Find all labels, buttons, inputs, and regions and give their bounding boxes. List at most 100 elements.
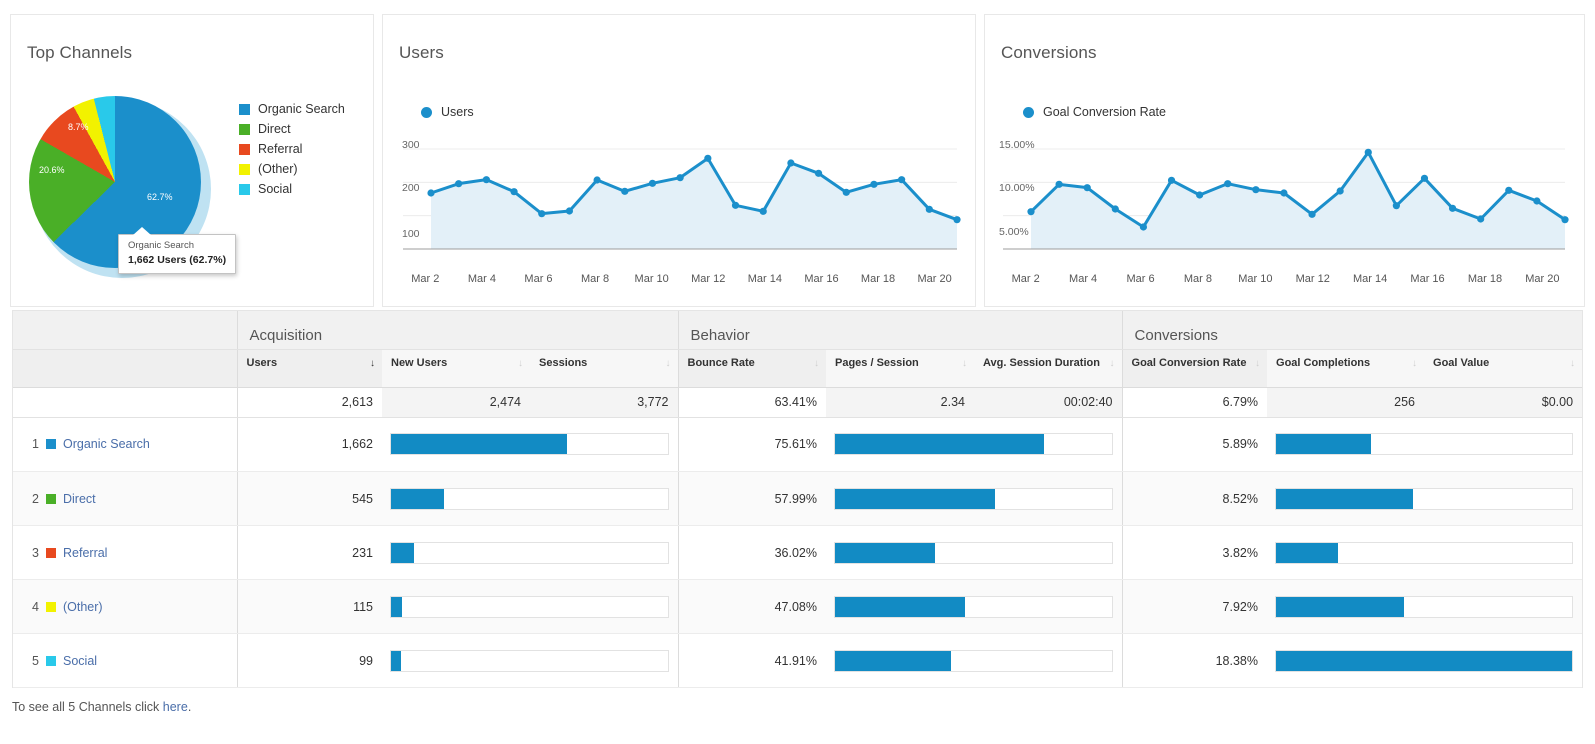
channels-table: Acquisition Behavior Conversions Users ↓ N… [12, 310, 1583, 688]
column-header-bounce-rate[interactable]: Bounce Rate ↓ [677, 349, 826, 388]
summary-value: 00:02:40 [974, 387, 1123, 418]
metric-bar-cell [382, 471, 678, 526]
table-row[interactable]: 3 Referral 231 36.02% 3.82% [13, 525, 1582, 580]
sort-arrow-icon[interactable]: ↓ [666, 358, 671, 369]
sort-arrow-icon[interactable]: ↓ [1255, 358, 1260, 369]
metric-bar-cell [1267, 633, 1582, 688]
top-channels-title: Top Channels [27, 43, 133, 62]
pie-tooltip-value: 1,662 Users (62.7%) [128, 253, 227, 266]
legend-item-direct[interactable]: Direct [239, 119, 345, 139]
conversions-widget: Conversions Goal Conversion Rate 15.00% … [984, 14, 1585, 307]
column-header-new-users[interactable]: New Users ↓ [382, 349, 530, 388]
x-tick-label: Mar 12 [1295, 273, 1330, 285]
legend-item-social[interactable]: Social [239, 179, 345, 199]
channel-color-swatch-icon [46, 655, 56, 666]
row-index: 5 [32, 653, 39, 668]
x-tick-label: Mar 10 [1238, 273, 1273, 285]
bar-fill [1276, 596, 1404, 617]
table-row[interactable]: 2 Direct 545 57.99% 8.52% [13, 471, 1582, 526]
legend-label: Referral [258, 142, 303, 156]
analytics-dashboard: Top Channels 62.7% 20.6% 8.7% Organic Se… [0, 0, 1595, 744]
channel-cell: 4 (Other) [13, 579, 237, 634]
bar-track [390, 433, 669, 456]
users-chart-legend[interactable]: Users [421, 105, 474, 119]
bar-track [1275, 541, 1573, 564]
metric-value: 545 [236, 471, 382, 526]
bar-track [390, 649, 669, 672]
summary-value: 3,772 [530, 387, 678, 418]
x-tick-label: Mar 2 [1011, 273, 1040, 285]
conversions-chart-legend[interactable]: Goal Conversion Rate [1023, 105, 1166, 119]
metric-value: 57.99% [677, 471, 826, 526]
legend-item-organic-search[interactable]: Organic Search [239, 99, 345, 119]
bar-track [834, 595, 1113, 618]
channel-label-group: 3 Referral [23, 546, 228, 560]
table-summary-row: 2,613 2,474 3,772 63.41% 2.34 00:02:40 6.79% 25… [13, 387, 1583, 418]
see-all-channels-link[interactable]: here [163, 700, 188, 714]
sort-arrow-icon[interactable]: ↓ [1570, 358, 1575, 369]
channel-link[interactable]: Direct [63, 492, 96, 506]
channel-label-group: 2 Direct [23, 492, 228, 506]
legend-item-other[interactable]: (Other) [239, 159, 345, 179]
metric-bar-cell [1267, 579, 1582, 634]
summary-value: $0.00 [1424, 387, 1583, 418]
column-header-label: Goal Conversion Rate [1131, 356, 1247, 369]
x-tick-label: Mar 18 [1467, 273, 1503, 285]
bar-fill [835, 650, 951, 671]
conversions-legend-label: Goal Conversion Rate [1043, 105, 1166, 119]
channel-link[interactable]: (Other) [63, 600, 103, 614]
table-row[interactable]: 4 (Other) 115 47.08% 7.92% [13, 579, 1582, 634]
column-header-sessions[interactable]: Sessions ↓ [530, 349, 678, 388]
x-tick-label: Mar 18 [860, 273, 896, 285]
channel-color-swatch-icon [46, 439, 56, 450]
column-header-goal-conversion-rate[interactable]: Goal Conversion Rate ↓ [1121, 349, 1268, 388]
summary-value: 63.41% [677, 387, 826, 418]
metric-bar-cell [1267, 525, 1582, 580]
summary-value: 2,613 [236, 387, 382, 418]
table-row[interactable]: 1 Organic Search 1,662 75.61% 5.89% [13, 417, 1582, 472]
x-tick-label: Mar 20 [917, 273, 952, 285]
bar-track [390, 541, 669, 564]
sort-arrow-icon[interactable]: ↓ [1412, 358, 1417, 369]
x-tick-label: Mar 6 [524, 273, 553, 285]
bar-fill [1276, 542, 1338, 563]
channel-link[interactable]: Referral [63, 546, 107, 560]
metric-bar-cell [1267, 471, 1582, 526]
summary-spacer [13, 387, 237, 418]
column-header-users[interactable]: Users ↓ [236, 349, 382, 388]
channel-cell: 5 Social [13, 633, 237, 688]
channel-label-group: 1 Organic Search [23, 437, 228, 451]
column-header-avg-session-duration[interactable]: Avg. Session Duration ↓ [974, 349, 1123, 388]
channel-link[interactable]: Social [63, 654, 97, 668]
bar-fill [1276, 650, 1572, 671]
x-tick-label: Mar 12 [691, 273, 726, 285]
widget-row: Top Channels 62.7% 20.6% 8.7% Organic Se… [10, 14, 1585, 307]
series-dot-icon [421, 106, 432, 118]
column-header-label: Bounce Rate [687, 356, 755, 369]
x-tick-label: Mar 4 [467, 273, 496, 285]
conversions-line-chart[interactable] [993, 133, 1571, 269]
row-index: 2 [32, 491, 39, 506]
sort-arrow-icon[interactable]: ↓ [814, 358, 819, 369]
legend-label: Direct [258, 122, 291, 136]
pie-legend: Organic Search Direct Referral (Other) S… [239, 99, 345, 199]
sort-arrow-icon[interactable]: ↓ [962, 358, 967, 369]
legend-swatch-icon [239, 163, 250, 175]
metric-value: 99 [236, 633, 382, 688]
sort-arrow-icon[interactable]: ↓ [518, 358, 523, 369]
table-row[interactable]: 5 Social 99 41.91% 18.38% [13, 633, 1582, 688]
summary-value: 2.34 [826, 387, 974, 418]
footer-prefix: To see all 5 Channels click [12, 700, 163, 714]
legend-item-referral[interactable]: Referral [239, 139, 345, 159]
column-header-goal-value[interactable]: Goal Value ↓ [1424, 349, 1583, 388]
column-header-label: Goal Completions [1276, 356, 1371, 369]
metric-value: 41.91% [677, 633, 826, 688]
sort-arrow-icon[interactable]: ↓ [1110, 358, 1115, 369]
users-line-chart[interactable] [393, 133, 963, 269]
column-header-pages-session[interactable]: Pages / Session ↓ [826, 349, 974, 388]
sort-arrow-icon[interactable]: ↓ [370, 358, 375, 369]
channel-link[interactable]: Organic Search [63, 437, 150, 451]
summary-value: 6.79% [1121, 387, 1268, 418]
metric-bar-cell [382, 525, 678, 580]
column-header-goal-completions[interactable]: Goal Completions ↓ [1267, 349, 1425, 388]
